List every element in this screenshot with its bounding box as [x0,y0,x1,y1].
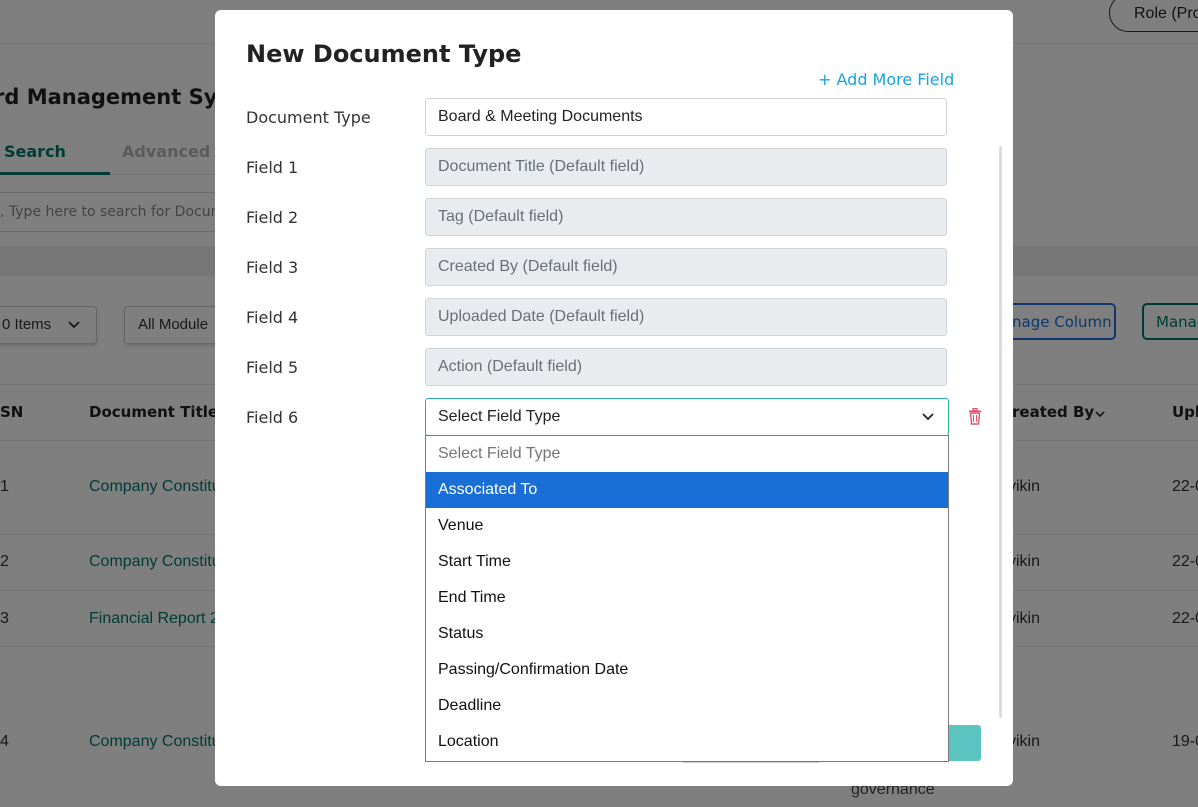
field-1-input: Document Title (Default field) [425,148,947,186]
dropdown-option-deadline[interactable]: Deadline [426,688,948,724]
field-5-input: Action (Default field) [425,348,947,386]
chevron-down-icon [922,413,934,421]
field-6-label: Field 6 [246,408,299,427]
field-5-label: Field 5 [246,358,299,377]
field-3-input: Created By (Default field) [425,248,947,286]
dropdown-option-venue[interactable]: Venue [426,508,948,544]
field-4-input: Uploaded Date (Default field) [425,298,947,336]
trash-icon[interactable] [967,408,983,425]
dropdown-option-passing-confirmation-date[interactable]: Passing/Confirmation Date [426,652,948,688]
dropdown-option-associated-to[interactable]: Associated To [426,472,948,508]
field-4-label: Field 4 [246,308,299,327]
field-3-label: Field 3 [246,258,299,277]
field-1-label: Field 1 [246,158,299,177]
document-type-input[interactable]: Board & Meeting Documents [425,98,947,136]
modal-title: New Document Type [246,40,522,68]
dropdown-option-status[interactable]: Status [426,616,948,652]
field-type-dropdown-list: Select Field Type Associated To Venue St… [425,435,949,762]
dropdown-option-end-time[interactable]: End Time [426,580,948,616]
field-2-input: Tag (Default field) [425,198,947,236]
add-more-field-link[interactable]: + Add More Field [818,70,954,89]
modal-scrollbar[interactable] [999,146,1002,718]
dropdown-option-start-time[interactable]: Start Time [426,544,948,580]
field-6-select[interactable]: Select Field Type [425,398,949,436]
document-type-label: Document Type [246,108,371,127]
dropdown-option-location[interactable]: Location [426,724,948,760]
dropdown-option-placeholder[interactable]: Select Field Type [426,436,948,472]
field-6-selected-value: Select Field Type [438,408,561,425]
field-2-label: Field 2 [246,208,299,227]
